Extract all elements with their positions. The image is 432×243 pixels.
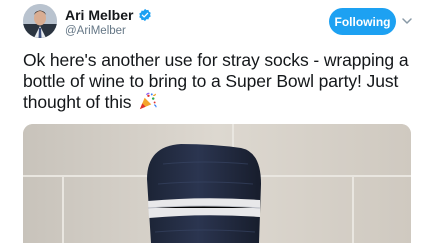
author-display-name[interactable]: Ari Melber — [65, 7, 133, 23]
sock-wine-bottle-image — [23, 124, 411, 243]
author-name-row[interactable]: Ari Melber — [65, 7, 152, 23]
verified-badge-icon — [139, 8, 152, 22]
author-handle[interactable]: @AriMelber — [65, 25, 126, 37]
chevron-down-icon[interactable] — [400, 14, 414, 28]
tweet-card: Ari Melber @AriMelber Following Ok here'… — [0, 0, 432, 243]
tweet-text: Ok here's another use for stray socks - … — [23, 50, 423, 113]
avatar-image — [23, 4, 57, 38]
following-button[interactable]: Following — [329, 8, 396, 35]
tweet-photo[interactable] — [23, 124, 411, 243]
avatar[interactable] — [23, 4, 57, 38]
tweet-text-body: Ok here's another use for stray socks - … — [23, 50, 409, 112]
party-popper-icon — [140, 92, 157, 110]
